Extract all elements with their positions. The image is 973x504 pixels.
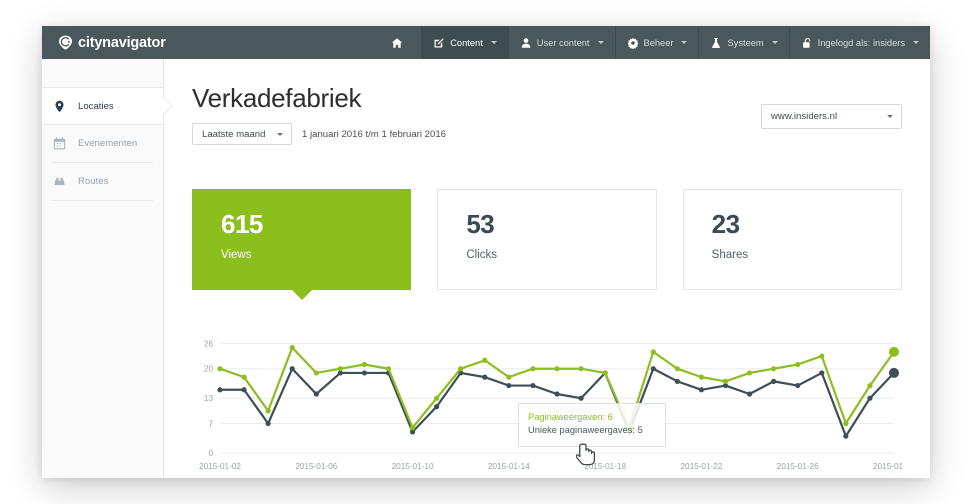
stat-card-views-label: Views (221, 249, 252, 261)
svg-text:2015-01-06: 2015-01-06 (295, 462, 337, 471)
sidebar: Locaties Evenementen Routes (42, 59, 164, 478)
nav-item-systeem-label: Systeem (727, 37, 764, 48)
svg-text:2015-01-18: 2015-01-18 (584, 462, 626, 471)
chevron-down-icon (913, 41, 919, 44)
chevron-down-icon (771, 41, 778, 44)
chevron-down-icon (681, 41, 688, 44)
svg-text:2015-01-14: 2015-01-14 (488, 462, 530, 471)
nav-item-beheer[interactable]: Beheer (614, 26, 699, 59)
nav-item-content[interactable]: Content (421, 26, 508, 59)
nav-item-logged-in-as[interactable]: Ingelogd als: insiders (788, 26, 930, 59)
user-icon (520, 37, 532, 49)
citynavigator-logo-icon (58, 35, 73, 50)
sidebar-item-locaties-label: Locaties (78, 100, 114, 112)
site-url-select[interactable]: www.insiders.nl (761, 104, 902, 129)
svg-text:7: 7 (208, 420, 213, 429)
svg-text:2015-01-02: 2015-01-02 (199, 462, 241, 471)
views-line-chart[interactable]: 0 7 13 20 26 2015-01-02 2015-01-06 2015-01-10 20… (192, 327, 902, 477)
map-pin-icon (52, 100, 67, 113)
sidebar-item-routes-label: Routes (78, 176, 109, 187)
stat-card-shares-value: 23 (711, 209, 740, 239)
brand-logo[interactable]: citynavigator (42, 26, 232, 59)
top-navigation-bar: citynavigator Content User content Behee… (42, 26, 930, 59)
calendar-icon (52, 137, 67, 150)
stat-cards: 615 Views 53 Clicks 23 Shares (192, 189, 902, 300)
chevron-down-icon (490, 41, 497, 44)
svg-text:2015-01-26: 2015-01-26 (777, 462, 819, 471)
nav-item-systeem[interactable]: Systeem (698, 26, 788, 59)
nav-item-user-content[interactable]: User content (507, 26, 615, 59)
stat-card-shares-label: Shares (711, 249, 749, 261)
stat-card-views-value: 615 (221, 209, 263, 239)
line-chart-svg: 0 7 13 20 26 2015-01-02 2015-01-06 2015-01-10 20… (199, 339, 902, 471)
app-body: Locaties Evenementen Routes Verkadefabri… (42, 59, 930, 478)
stat-card-views[interactable]: 615 Views (192, 189, 412, 300)
site-url-select-value: www.insiders.nl (771, 111, 838, 122)
svg-text:2015-01-30: 2015-01-30 (873, 462, 902, 471)
flask-icon (710, 37, 722, 49)
sidebar-item-evenementen[interactable]: Evenementen (52, 125, 153, 163)
svg-text:20: 20 (204, 365, 214, 374)
stat-card-clicks[interactable]: 53 Clicks (437, 189, 657, 290)
edit-pencil-icon (433, 37, 445, 49)
lock-open-icon (801, 37, 813, 49)
svg-text:0: 0 (208, 449, 213, 458)
sidebar-item-routes[interactable]: Routes (52, 163, 153, 201)
svg-text:2015-01-10: 2015-01-10 (392, 462, 434, 471)
stat-card-shares[interactable]: 23 Shares (682, 189, 902, 290)
nav-item-user-content-label: User content (536, 37, 590, 48)
nav-item-home[interactable] (378, 26, 421, 59)
nav-item-logged-in-as-label: Ingelogd als: insiders (817, 37, 905, 48)
app-window: citynavigator Content User content Behee… (42, 26, 930, 478)
nav-item-content-label: Content (450, 37, 483, 48)
home-icon (391, 37, 403, 49)
sidebar-item-evenementen-label: Evenementen (78, 138, 138, 149)
binoculars-icon (52, 175, 67, 188)
stat-card-clicks-label: Clicks (466, 249, 497, 261)
top-nav-items: Content User content Beheer Systeem Inge… (378, 26, 930, 59)
nav-item-beheer-label: Beheer (643, 37, 674, 48)
brand-name: citynavigator (78, 34, 166, 51)
stat-card-clicks-value: 53 (466, 209, 495, 239)
chevron-down-icon (277, 132, 283, 136)
period-select-value: Laatste maand (202, 128, 266, 140)
chevron-down-icon (597, 41, 604, 44)
svg-text:2015-01-22: 2015-01-22 (680, 462, 722, 471)
main-content: Verkadefabriek Laatste maand 1 januari 2… (164, 59, 930, 478)
gear-icon (627, 37, 639, 49)
chevron-down-icon (887, 115, 893, 118)
svg-text:13: 13 (204, 394, 214, 403)
period-select[interactable]: Laatste maand (192, 123, 292, 146)
svg-text:26: 26 (204, 339, 214, 348)
date-range-label: 1 januari 2016 t/m 1 februari 2016 (302, 128, 446, 140)
sidebar-item-locaties[interactable]: Locaties (42, 87, 163, 125)
